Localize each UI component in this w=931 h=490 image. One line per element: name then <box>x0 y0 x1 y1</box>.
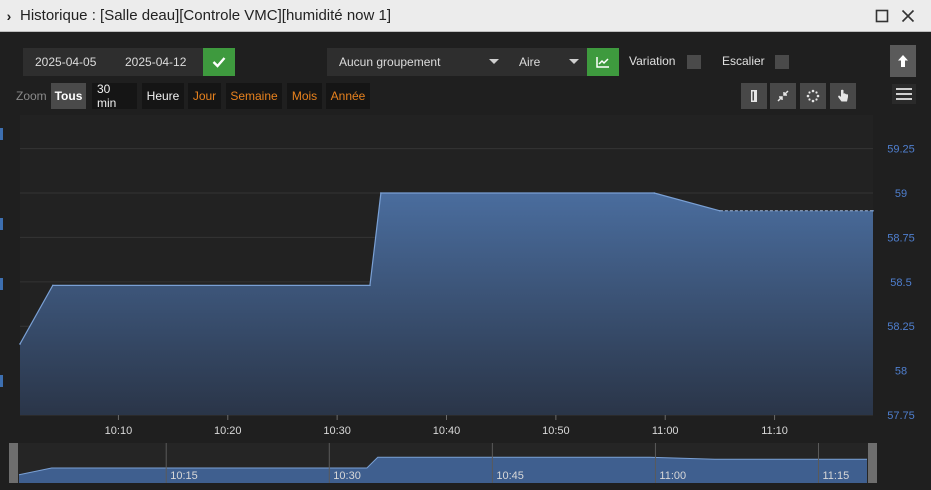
zoom-week-button[interactable]: Semaine <box>226 83 282 109</box>
zoom-hour-button[interactable]: Heure <box>142 83 184 109</box>
chevron-down-icon <box>569 59 579 64</box>
chart-navigator[interactable]: 10:15 10:30 10:45 11:00 11:15 <box>0 440 931 490</box>
navigator-tick-label: 11:00 <box>659 470 686 482</box>
hamburger-menu-icon <box>896 88 912 100</box>
variation-checkbox[interactable] <box>687 55 701 69</box>
data-point <box>653 192 656 194</box>
grouping-select[interactable]: Aucun groupement <box>327 48 507 76</box>
x-tick-label: 10:30 <box>323 425 351 437</box>
navigator-tick-label: 10:15 <box>170 470 198 482</box>
area-chart-icon <box>596 57 609 68</box>
history-area-chart[interactable]: 57.75 58 58.25 58.5 58.75 59 59.25 10:10 10:20 10… <box>0 115 931 440</box>
navigator-tick-label: 10:45 <box>496 470 524 482</box>
check-icon <box>212 57 226 68</box>
date-start-value: 2025-04-05 <box>35 55 97 69</box>
data-point <box>719 209 721 212</box>
navigator-tick-label: 11:15 <box>823 470 850 482</box>
y-tick-label: 59.25 <box>887 144 915 156</box>
chevron-down-icon <box>489 59 499 64</box>
data-point <box>380 192 382 194</box>
apply-dates-button[interactable] <box>203 48 235 76</box>
chart-type-select[interactable]: Aire <box>507 48 587 76</box>
y-tick-label: 57.75 <box>887 410 915 422</box>
zoom-day-button[interactable]: Jour <box>188 83 221 109</box>
data-point <box>52 284 54 287</box>
navigator-handle-left[interactable] <box>9 443 18 483</box>
chart-type-value: Aire <box>519 55 541 69</box>
pointer-icon <box>838 89 848 102</box>
x-tick-label: 10:10 <box>105 425 133 437</box>
arrow-up-icon <box>898 55 908 67</box>
x-tick-label: 11:00 <box>652 425 679 437</box>
zoom-year-button[interactable]: Année <box>326 83 370 109</box>
loading-icon <box>806 89 820 103</box>
y-tick-label: 58.75 <box>887 232 915 244</box>
y-tick-label: 58 <box>895 366 907 378</box>
data-point <box>19 343 21 345</box>
grouping-value: Aucun groupement <box>339 55 441 69</box>
chart-menu-button[interactable] <box>892 84 916 104</box>
refresh-button[interactable] <box>800 83 826 109</box>
x-tick-label: 10:50 <box>542 425 570 437</box>
y-tick-label: 59 <box>895 188 907 200</box>
x-tick-label: 11:10 <box>761 425 788 437</box>
variation-label: Variation <box>629 54 676 68</box>
window-titlebar: › Historique : [Salle deau][Controle VMC… <box>0 0 931 32</box>
maximize-icon[interactable] <box>873 7 891 25</box>
date-end-field[interactable]: 2025-04-12 <box>113 48 203 76</box>
y-tick-label: 58.25 <box>887 321 915 333</box>
scroll-top-button[interactable] <box>890 45 916 77</box>
zoom-label: Zoom <box>16 89 47 103</box>
pointer-button[interactable] <box>830 83 856 109</box>
zoom-all-button[interactable]: Tous <box>51 83 86 109</box>
bookmark-icon <box>751 90 757 102</box>
zoom-month-button[interactable]: Mois <box>287 83 322 109</box>
x-tick-label: 10:40 <box>433 425 461 437</box>
date-end-value: 2025-04-12 <box>125 55 187 69</box>
window-title: Historique : [Salle deau][Controle VMC][… <box>20 7 392 24</box>
compress-icon <box>777 90 789 102</box>
staircase-checkbox[interactable] <box>775 55 789 69</box>
staircase-label: Escalier <box>722 54 765 68</box>
data-point <box>369 284 371 287</box>
y-tick-label: 58.5 <box>890 277 911 289</box>
compress-button[interactable] <box>770 83 796 109</box>
navigator-handle-right[interactable] <box>868 443 877 483</box>
zoom-30min-button[interactable]: 30 min <box>92 82 137 110</box>
x-tick-label: 10:20 <box>214 425 242 437</box>
data-point <box>872 209 874 212</box>
date-start-field[interactable]: 2025-04-05 <box>23 48 113 76</box>
collapse-chevron-icon[interactable]: › <box>0 0 18 32</box>
close-icon[interactable] <box>899 7 917 25</box>
bookmark-button[interactable] <box>741 83 767 109</box>
chart-style-button[interactable] <box>587 48 619 76</box>
navigator-tick-label: 10:30 <box>333 470 361 482</box>
